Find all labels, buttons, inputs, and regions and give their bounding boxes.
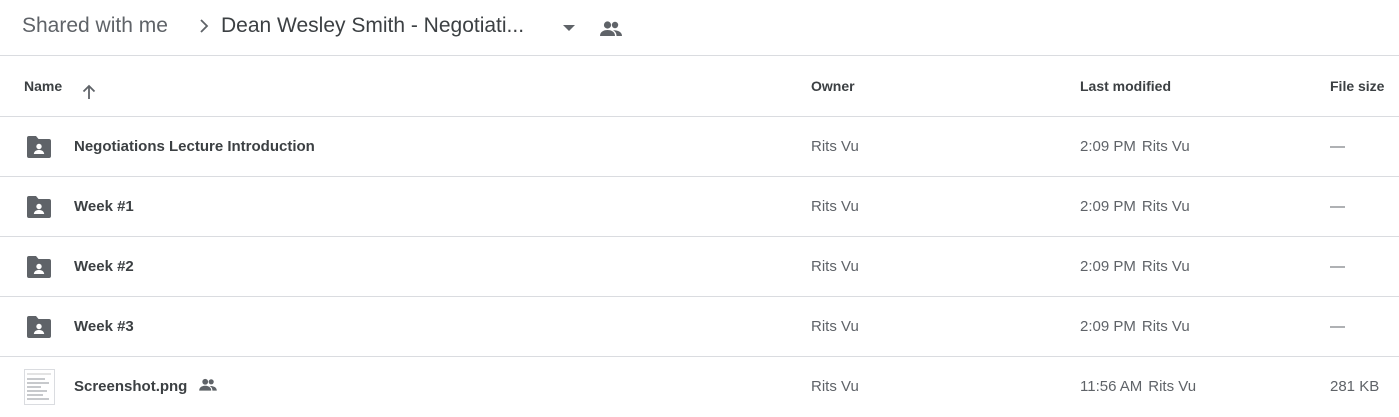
modified-time: 2:09 PM <box>1080 138 1136 155</box>
file-name: Week #3 <box>74 318 134 335</box>
file-name-wrapper: Screenshot.png <box>74 357 219 417</box>
file-row[interactable]: Screenshot.png Rits Vu 11:56 AM Rits Vu 2… <box>0 357 1399 417</box>
file-owner: Rits Vu <box>811 258 859 275</box>
shared-folder-icon <box>27 316 51 338</box>
shared-folder-icon <box>27 136 51 158</box>
file-row[interactable]: Negotiations Lecture Introduction Rits V… <box>0 117 1399 177</box>
column-header-owner[interactable]: Owner <box>811 57 855 117</box>
file-row[interactable]: Week #3 Rits Vu 2:09 PM Rits Vu — <box>0 297 1399 357</box>
arrow-up-icon[interactable] <box>80 83 98 101</box>
modified-by: Rits Vu <box>1141 198 1190 215</box>
people-icon <box>199 378 218 391</box>
file-size: 281 KB <box>1330 378 1380 395</box>
breadcrumb: Shared with me Dean Wesley Smith - Negot… <box>0 0 1399 56</box>
modified-time: 2:09 PM <box>1080 198 1136 215</box>
file-owner: Rits Vu <box>811 378 859 395</box>
modified-time: 2:09 PM <box>1080 258 1136 275</box>
column-header-name[interactable]: Name <box>24 57 62 117</box>
modified-time: 2:09 PM <box>1080 318 1136 335</box>
file-name: Week #1 <box>74 198 134 215</box>
shared-folder-icon <box>27 196 51 218</box>
file-size: — <box>1330 138 1345 155</box>
file-row[interactable]: Week #2 Rits Vu 2:09 PM Rits Vu — <box>0 237 1399 297</box>
file-last-modified: 2:09 PM Rits Vu <box>1080 297 1190 357</box>
file-name: Screenshot.png <box>74 378 188 395</box>
modified-time: 11:56 AM <box>1080 378 1143 395</box>
file-name: Negotiations Lecture Introduction <box>74 138 315 155</box>
image-thumbnail <box>24 369 55 405</box>
chevron-right-icon <box>200 19 209 33</box>
column-header-row: Name Owner Last modified File size <box>0 57 1399 117</box>
people-icon <box>600 21 622 36</box>
shared-folder-icon <box>27 256 51 278</box>
file-owner: Rits Vu <box>811 318 859 335</box>
file-size: — <box>1330 318 1345 335</box>
file-owner: Rits Vu <box>811 138 859 155</box>
file-last-modified: 2:09 PM Rits Vu <box>1080 237 1190 297</box>
file-name: Week #2 <box>74 258 134 275</box>
breadcrumb-shared-with-me[interactable]: Shared with me <box>22 12 168 40</box>
column-header-file-size[interactable]: File size <box>1330 57 1384 117</box>
modified-by: Rits Vu <box>1141 258 1190 275</box>
modified-by: Rits Vu <box>1141 138 1190 155</box>
file-size: — <box>1330 258 1345 275</box>
column-header-last-modified[interactable]: Last modified <box>1080 57 1171 117</box>
file-row[interactable]: Week #1 Rits Vu 2:09 PM Rits Vu — <box>0 177 1399 237</box>
caret-down-icon[interactable] <box>560 20 578 36</box>
file-size: — <box>1330 198 1345 215</box>
file-last-modified: 2:09 PM Rits Vu <box>1080 117 1190 177</box>
breadcrumb-current-folder[interactable]: Dean Wesley Smith - Negotiati... <box>221 12 524 40</box>
modified-by: Rits Vu <box>1141 318 1190 335</box>
file-last-modified: 11:56 AM Rits Vu <box>1080 357 1196 417</box>
file-last-modified: 2:09 PM Rits Vu <box>1080 177 1190 237</box>
file-owner: Rits Vu <box>811 198 859 215</box>
modified-by: Rits Vu <box>1148 378 1197 395</box>
